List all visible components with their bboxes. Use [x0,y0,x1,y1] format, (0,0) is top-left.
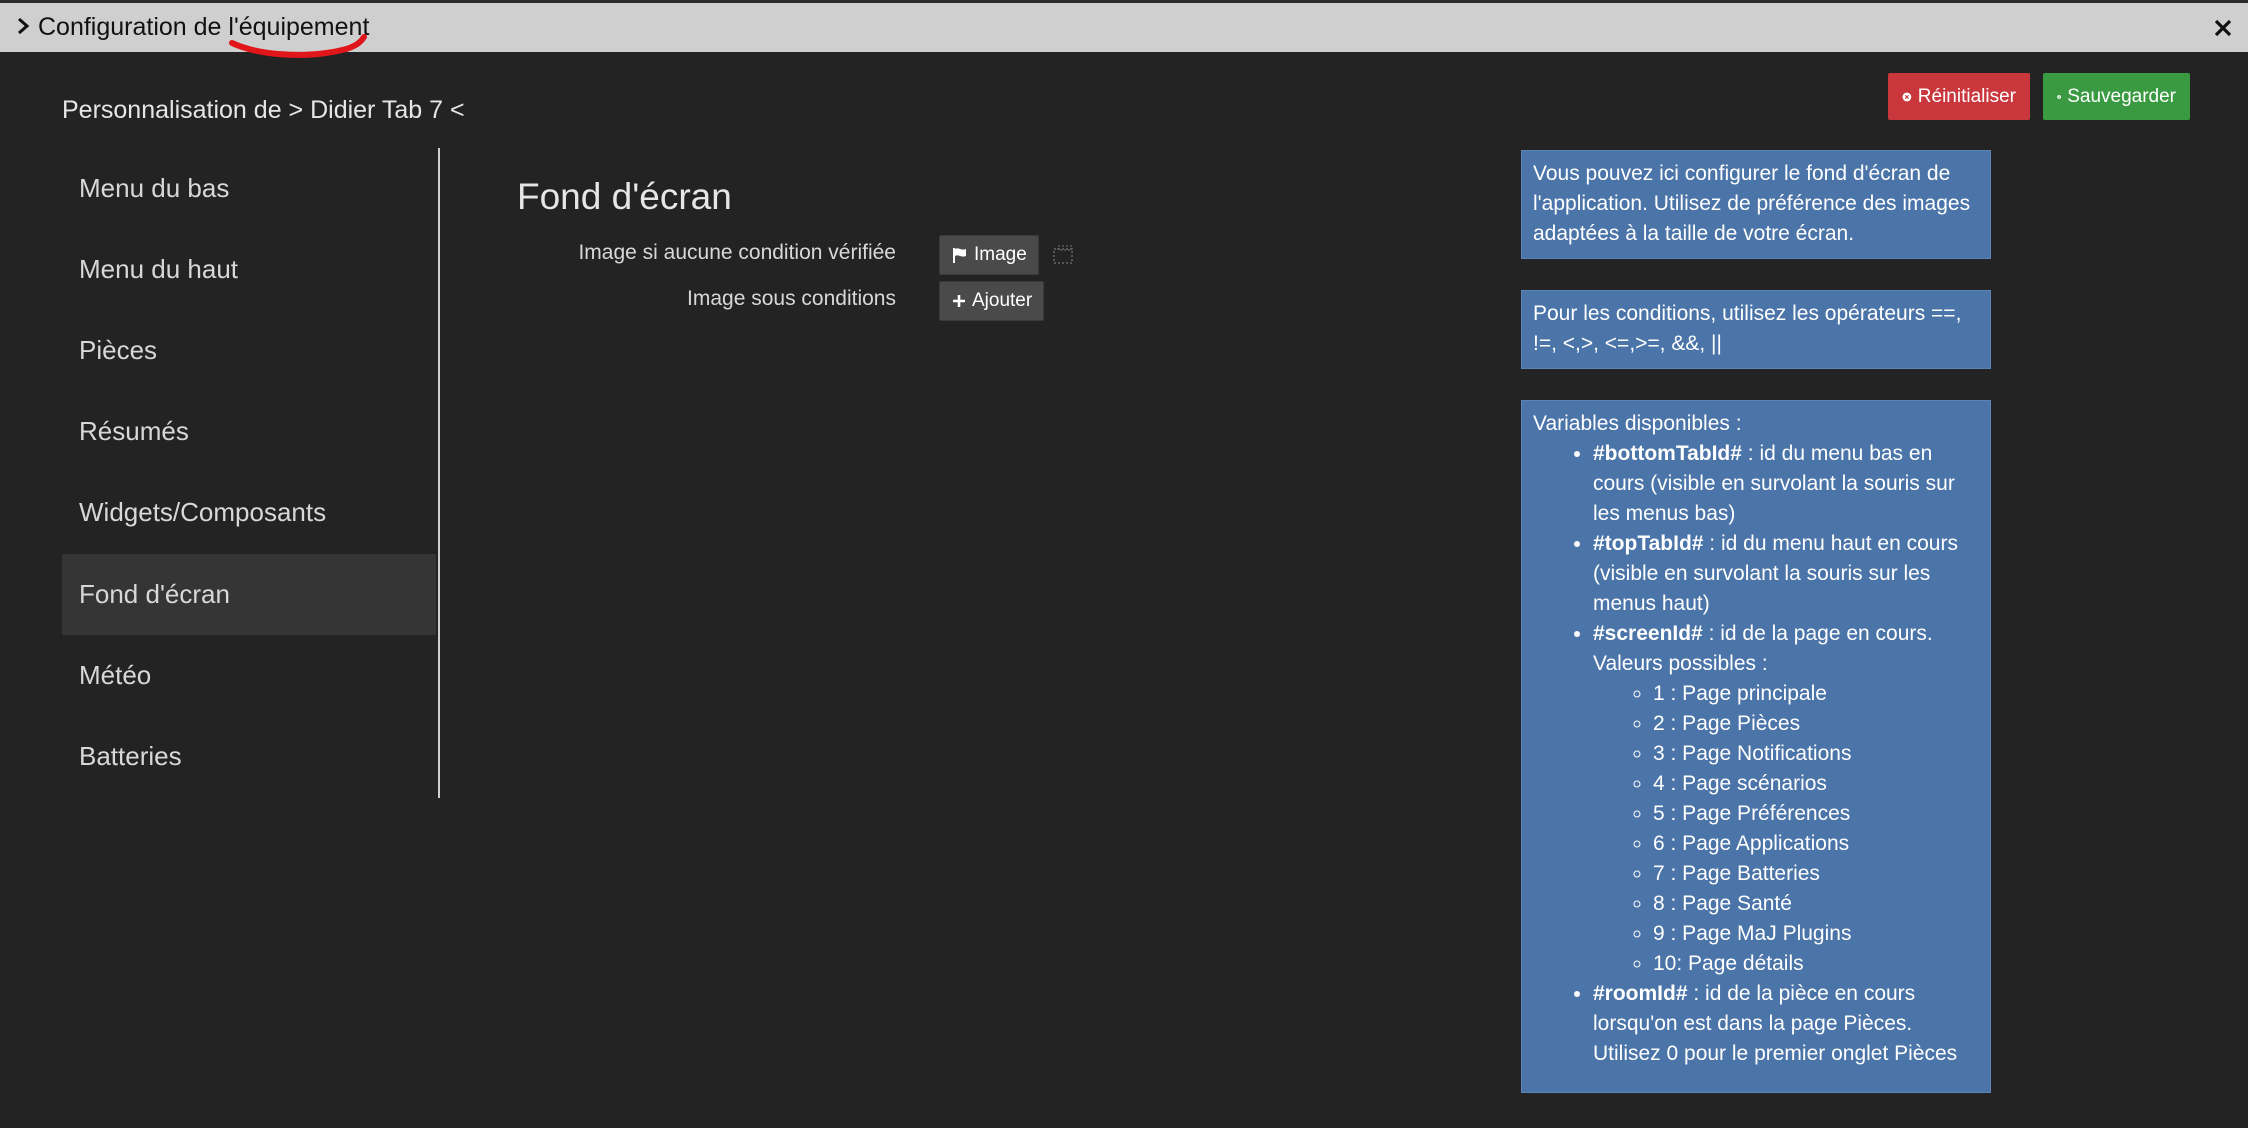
list-item: 3 : Page Notifications [1653,739,1979,769]
reset-button[interactable]: Réinitialiser [1888,73,2030,120]
section-title: Fond d'écran [517,176,732,217]
image-button[interactable]: Image [939,235,1039,275]
list-item: 5 : Page Préférences [1653,799,1979,829]
list-item: 1 : Page principale [1653,679,1979,709]
list-item: 8 : Page Santé [1653,889,1979,919]
red-underline-annotation [229,34,367,58]
variables-list: #bottomTabId# : id du menu bas en cours … [1533,439,1979,1069]
sidebar-item-label: Menu du haut [79,254,239,284]
conditional-image-label: Image sous conditions [687,287,896,310]
sidebar-item-label: Pièces [79,335,158,365]
reset-button-label: Réinitialiser [1917,85,2016,107]
sidebar-item-batteries[interactable]: Batteries [62,716,436,797]
sidebar-item-fond-ecran[interactable]: Fond d'écran [62,554,436,635]
variable-name: #roomId# [1593,982,1688,1005]
list-item: #screenId# : id de la page en cours. Val… [1593,619,1979,979]
default-image-label: Image si aucune condition vérifiée [578,241,896,264]
check-circle-icon [2057,94,2061,99]
add-button[interactable]: Ajouter [939,281,1045,321]
help-box-operators: Pour les conditions, utilisez les opérat… [1521,290,1991,369]
list-item: 7 : Page Batteries [1653,859,1979,889]
sidebar-item-menu-du-bas[interactable]: Menu du bas [62,148,436,229]
list-item: 4 : Page scénarios [1653,769,1979,799]
screen-values-list: 1 : Page principale 2 : Page Pièces 3 : … [1593,679,1979,979]
list-item: 9 : Page MaJ Plugins [1653,919,1979,949]
image-button-label: Image [974,244,1027,265]
sidebar-item-menu-du-haut[interactable]: Menu du haut [62,229,436,310]
sidebar-item-label: Batteries [79,741,182,771]
list-item: 2 : Page Pièces [1653,709,1979,739]
sidebar-item-label: Widgets/Composants [79,497,327,527]
sidebar-item-label: Fond d'écran [79,579,230,609]
sidebar-item-label: Météo [79,660,152,690]
plus-icon [953,295,965,307]
sidebar-item-widgets[interactable]: Widgets/Composants [62,472,436,553]
variables-title: Variables disponibles : [1533,412,1742,435]
breadcrumb: Personnalisation de > Didier Tab 7 < [62,96,465,124]
variable-name: #topTabId# [1593,532,1704,555]
image-preview-icon[interactable] [1052,245,1074,265]
window-titlebar: Configuration de l'équipement [0,0,2248,58]
close-icon[interactable] [2212,17,2234,39]
list-item: 6 : Page Applications [1653,829,1979,859]
list-item: #roomId# : id de la pièce en cours lorsq… [1593,979,1979,1069]
help-intro-text: Vous pouvez ici configurer le fond d'écr… [1533,162,1971,245]
variable-name: #screenId# [1593,622,1703,645]
save-button[interactable]: Sauvegarder [2043,73,2190,120]
list-item: #bottomTabId# : id du menu bas en cours … [1593,439,1979,529]
add-button-label: Ajouter [972,290,1033,311]
flag-icon [953,248,966,263]
variable-name: #bottomTabId# [1593,442,1742,465]
list-item: 10: Page détails [1653,949,1979,979]
sidebar: Menu du bas Menu du haut Pièces Résumés … [62,148,440,798]
sidebar-item-pieces[interactable]: Pièces [62,310,436,391]
chevron-right-icon[interactable] [12,15,34,37]
help-box-variables: Variables disponibles : #bottomTabId# : … [1521,400,1991,1093]
list-item: #topTabId# : id du menu haut en cours (v… [1593,529,1979,619]
save-button-label: Sauvegarder [2067,85,2176,107]
sidebar-item-label: Menu du bas [79,173,230,203]
help-box-intro: Vous pouvez ici configurer le fond d'écr… [1521,150,1991,259]
x-circle-icon [1902,92,1912,101]
sidebar-item-label: Résumés [79,416,189,446]
sidebar-item-meteo[interactable]: Météo [62,635,436,716]
sidebar-item-resumes[interactable]: Résumés [62,391,436,472]
help-operators-text: Pour les conditions, utilisez les opérat… [1533,302,1962,355]
